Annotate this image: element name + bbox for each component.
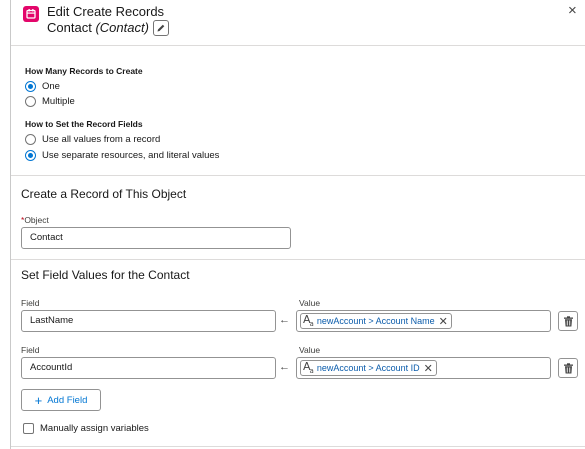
remove-pill-icon[interactable]: ✕ <box>424 362 433 375</box>
value-col-label: Value <box>299 345 321 355</box>
radio-button[interactable] <box>25 133 36 145</box>
pencil-icon <box>157 24 165 32</box>
record-options-section: How Many Records to Create One Multiple … <box>11 46 585 176</box>
radio-button-selected[interactable] <box>25 149 36 161</box>
text-resource-icon: Aa <box>303 360 314 376</box>
field-values-title: Set Field Values for the Contact <box>21 268 190 282</box>
object-field-label: *Object <box>21 215 49 225</box>
manual-assign-label: Manually assign variables <box>40 423 149 434</box>
panel-header: Edit Create Records Contact (Contact) × <box>11 0 585 46</box>
text-resource-icon: Aa <box>303 313 314 329</box>
arrow-left-icon: ← <box>279 314 290 326</box>
trash-icon <box>564 363 573 374</box>
edit-label-button[interactable] <box>152 19 169 36</box>
panel-title: Edit Create Records <box>47 4 165 19</box>
radio-button-selected[interactable] <box>25 80 36 92</box>
how-set-label: How to Set the Record Fields <box>25 119 143 129</box>
manual-assign-checkbox[interactable] <box>23 423 34 434</box>
field-col-label: Field <box>21 298 40 308</box>
how-many-label: How Many Records to Create <box>25 66 143 76</box>
add-field-button[interactable]: + Add Field <box>21 389 101 411</box>
object-section-title: Create a Record of This Object <box>21 187 187 201</box>
radio-one[interactable]: One <box>25 80 60 92</box>
subtitle-type: (Contact) <box>95 20 149 35</box>
manual-assign-row[interactable]: Manually assign variables <box>23 423 149 434</box>
resource-pill[interactable]: Aa newAccount > Account ID ✕ <box>300 360 437 376</box>
object-input[interactable]: Contact <box>21 227 291 249</box>
radio-multiple[interactable]: Multiple <box>25 95 75 107</box>
create-records-icon <box>23 6 39 22</box>
object-label-text: Object <box>24 215 49 225</box>
field-input[interactable]: LastName <box>21 310 276 332</box>
value-input[interactable]: Aa newAccount > Account ID ✕ <box>296 357 551 379</box>
radio-label: Multiple <box>42 95 75 107</box>
radio-label: Use separate resources, and literal valu… <box>42 149 220 161</box>
create-records-panel: Edit Create Records Contact (Contact) × … <box>10 0 585 449</box>
field-input[interactable]: AccountId <box>21 357 276 379</box>
panel-subtitle: Contact (Contact) <box>47 19 169 37</box>
pill-text: newAccount > Account Name <box>316 316 435 326</box>
value-input[interactable]: Aa newAccount > Account Name ✕ <box>296 310 551 332</box>
delete-row-button[interactable] <box>558 311 578 331</box>
radio-button[interactable] <box>25 95 36 107</box>
radio-label: One <box>42 80 60 92</box>
divider <box>11 446 585 447</box>
remove-pill-icon[interactable]: ✕ <box>439 315 448 328</box>
close-icon[interactable]: × <box>568 3 577 18</box>
field-col-label: Field <box>21 345 40 355</box>
delete-row-button[interactable] <box>558 358 578 378</box>
resource-pill[interactable]: Aa newAccount > Account Name ✕ <box>300 313 452 329</box>
object-section: Create a Record of This Object *Object C… <box>11 176 585 260</box>
radio-use-all-values[interactable]: Use all values from a record <box>25 133 160 145</box>
trash-icon <box>564 316 573 327</box>
value-col-label: Value <box>299 298 321 308</box>
radio-separate-resources[interactable]: Use separate resources, and literal valu… <box>25 149 219 161</box>
add-field-label: Add Field <box>47 394 88 406</box>
radio-label: Use all values from a record <box>42 133 161 145</box>
arrow-left-icon: ← <box>279 361 290 373</box>
subtitle-name: Contact <box>47 20 92 35</box>
pill-text: newAccount > Account ID <box>316 363 420 373</box>
plus-icon: + <box>34 392 43 408</box>
